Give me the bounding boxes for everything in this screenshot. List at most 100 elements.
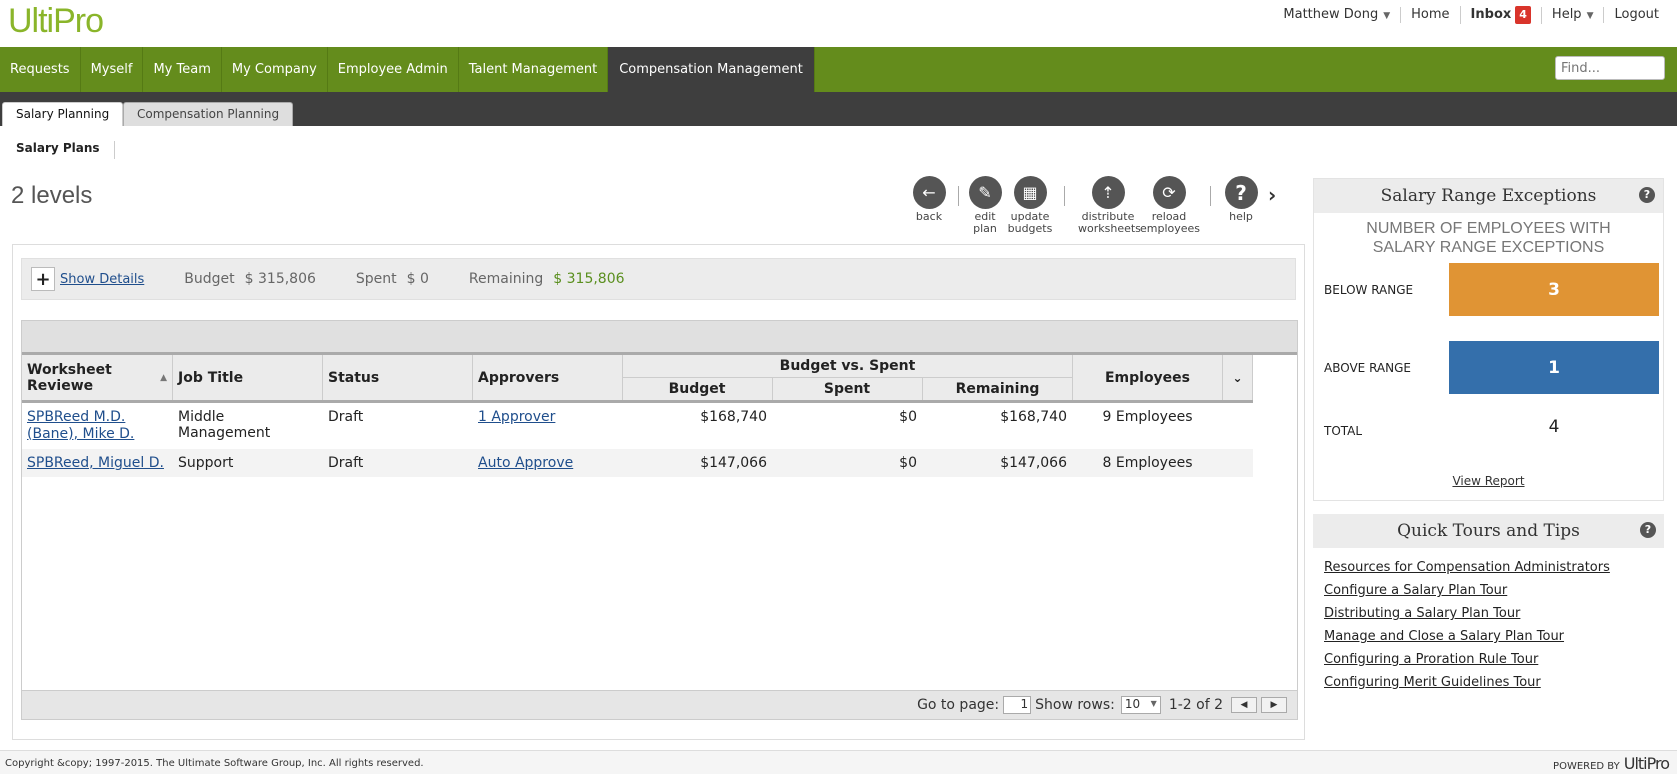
caret-down-icon: ▼ bbox=[1150, 699, 1157, 708]
powered-label: POWERED BY bbox=[1553, 761, 1620, 772]
tab-bar: Salary Planning Compensation Planning bbox=[0, 92, 1677, 126]
page-footer: Copyright &copy; 1997-2015. The Ultimate… bbox=[0, 750, 1677, 774]
plus-icon[interactable]: + bbox=[31, 267, 55, 291]
tip-link[interactable]: Configuring a Proration Rule Tour bbox=[1324, 652, 1664, 667]
caret-down-icon: ▼ bbox=[1586, 10, 1594, 21]
col-status[interactable]: Status bbox=[323, 355, 473, 400]
question-icon[interactable]: ? bbox=[1640, 522, 1656, 538]
rows-value: 10 bbox=[1124, 697, 1141, 711]
employees-cell: 8 Employees bbox=[1102, 455, 1193, 471]
user-menu[interactable]: Matthew Dong ▼ bbox=[1273, 7, 1400, 24]
sre-subtitle: NUMBER OF EMPLOYEES WITH SALARY RANGE EX… bbox=[1366, 220, 1611, 256]
summary-bar: + Show Details Budget $ 315,806 Spent $ … bbox=[21, 258, 1296, 300]
budget-label: Budget bbox=[184, 271, 235, 287]
question-icon[interactable]: ? bbox=[1639, 187, 1655, 203]
page-title: 2 levels bbox=[11, 182, 93, 209]
status-cell: Draft bbox=[323, 403, 473, 449]
back-button[interactable]: ← back bbox=[905, 176, 953, 223]
budget-cell: $168,740 bbox=[700, 409, 767, 425]
range-label: 1-2 of 2 bbox=[1168, 697, 1223, 713]
home-link[interactable]: Home bbox=[1400, 7, 1459, 23]
nav-employee-admin[interactable]: Employee Admin bbox=[328, 47, 459, 92]
nav-my-company[interactable]: My Company bbox=[222, 47, 328, 92]
prev-page-icon[interactable]: ◀ bbox=[1231, 697, 1257, 713]
tip-link[interactable]: Configuring Merit Guidelines Tour bbox=[1324, 675, 1664, 690]
bvs-label: Budget vs. Spent bbox=[623, 355, 1072, 378]
breadcrumb-salary-plans[interactable]: Salary Plans bbox=[16, 141, 115, 159]
show-rows-label: Show rows: bbox=[1035, 697, 1115, 713]
distribute-worksheets-button[interactable]: ⇡ distribute worksheets bbox=[1078, 176, 1141, 235]
tip-link[interactable]: Resources for Compensation Administrator… bbox=[1324, 560, 1664, 575]
toolbar: ← back ✎ edit plan ▦ update budgets ⇡ di… bbox=[905, 176, 1305, 236]
tip-link[interactable]: Configure a Salary Plan Tour bbox=[1324, 583, 1664, 598]
below-range-row: BELOW RANGE 3 bbox=[1314, 263, 1663, 341]
tab-salary-planning[interactable]: Salary Planning bbox=[2, 102, 124, 126]
nav-myself[interactable]: Myself bbox=[81, 47, 144, 92]
nav-talent-management[interactable]: Talent Management bbox=[459, 47, 609, 92]
sort-up-icon: ▲ bbox=[160, 372, 167, 383]
status-cell: Draft bbox=[328, 455, 364, 471]
powered-by: POWERED BY UltiPro bbox=[1553, 754, 1670, 773]
approvers-link[interactable]: Auto Approve bbox=[478, 455, 573, 471]
budget-value: $ 315,806 bbox=[244, 271, 316, 287]
nav-compensation-management[interactable]: Compensation Management bbox=[608, 47, 815, 92]
tip-link[interactable]: Manage and Close a Salary Plan Tour bbox=[1324, 629, 1664, 644]
col-approvers[interactable]: Approvers bbox=[473, 355, 623, 400]
col-spent[interactable]: Spent bbox=[773, 377, 923, 400]
show-details-link[interactable]: Show Details bbox=[60, 272, 144, 287]
view-report-link[interactable]: View Report bbox=[1452, 474, 1524, 488]
col-job-title[interactable]: Job Title bbox=[173, 355, 323, 400]
col-budget[interactable]: Budget bbox=[623, 377, 773, 400]
sre-title: Salary Range Exceptions? bbox=[1314, 179, 1663, 213]
rows-select[interactable]: 10 ▼ bbox=[1120, 696, 1161, 714]
caret-down-icon: ▼ bbox=[1383, 10, 1391, 21]
tab-compensation-planning[interactable]: Compensation Planning bbox=[123, 102, 294, 126]
edit-plan-button[interactable]: ✎ edit plan bbox=[965, 176, 1005, 235]
nav-requests[interactable]: Requests bbox=[0, 47, 81, 92]
above-range-box[interactable]: 1 bbox=[1449, 341, 1659, 394]
reviewer-link[interactable]: SPBReed M.D. (Bane), Mike D. bbox=[27, 409, 134, 442]
find-input[interactable] bbox=[1555, 56, 1665, 80]
spent-cell: $0 bbox=[899, 455, 917, 471]
spent-value: $ 0 bbox=[406, 271, 429, 287]
employees-label: employees bbox=[1140, 222, 1201, 235]
help-button[interactable]: ? help bbox=[1221, 176, 1261, 223]
below-range-box[interactable]: 3 bbox=[1449, 263, 1659, 316]
budgets-label: budgets bbox=[1007, 222, 1053, 235]
nav-my-team[interactable]: My Team bbox=[143, 47, 222, 92]
calculator-icon: ▦ bbox=[1013, 176, 1047, 209]
view-report-wrap: View Report bbox=[1314, 474, 1663, 488]
col-reviewer[interactable]: Worksheet Reviewe ▲ bbox=[22, 355, 173, 400]
distribute-icon: ⇡ bbox=[1091, 176, 1125, 209]
plan-label: plan bbox=[973, 222, 997, 235]
logout-link[interactable]: Logout bbox=[1603, 7, 1669, 23]
quick-tours-panel: Quick Tours and Tips? Resources for Comp… bbox=[1313, 514, 1664, 704]
reload-employees-button[interactable]: ⟳ reload employees bbox=[1140, 176, 1201, 235]
tip-link[interactable]: Distributing a Salary Plan Tour bbox=[1324, 606, 1664, 621]
help-label: help bbox=[1229, 210, 1253, 223]
help-label: Help bbox=[1551, 6, 1582, 22]
update-budgets-button[interactable]: ▦ update budgets bbox=[1005, 176, 1055, 235]
worksheet-grid: Worksheet Reviewe ▲ Job Title Status Appr… bbox=[21, 320, 1298, 720]
toolbar-divider bbox=[1210, 186, 1211, 206]
page-input[interactable]: 1 bbox=[1003, 696, 1032, 714]
col-reviewer-label: Worksheet Reviewe bbox=[27, 361, 112, 394]
chevron-right-icon[interactable]: › bbox=[1268, 183, 1276, 207]
reviewer-link[interactable]: SPBReed, Miguel D. bbox=[27, 455, 164, 471]
header: UltiPro Matthew Dong ▼ Home Inbox 4 Help ▼ … bbox=[0, 0, 1677, 47]
ultipro-logo[interactable]: UltiPro bbox=[8, 2, 104, 41]
pencil-icon: ✎ bbox=[968, 176, 1002, 209]
column-menu-icon[interactable]: ⌄ bbox=[1223, 355, 1253, 400]
total-value: 4 bbox=[1548, 417, 1560, 437]
next-page-icon[interactable]: ▶ bbox=[1261, 697, 1287, 713]
approvers-link[interactable]: 1 Approver bbox=[478, 409, 555, 425]
col-employees[interactable]: Employees bbox=[1073, 355, 1223, 400]
remaining-cell: $147,066 bbox=[1000, 455, 1067, 471]
pager: Go to page: 1 Show rows: 10 ▼ 1-2 of 2 ◀ … bbox=[22, 690, 1297, 719]
col-remaining[interactable]: Remaining bbox=[923, 378, 1073, 400]
back-label: back bbox=[915, 210, 943, 223]
help-menu[interactable]: Help ▼ bbox=[1540, 6, 1604, 24]
job-cell: Support bbox=[178, 455, 234, 471]
inbox-link[interactable]: Inbox 4 bbox=[1459, 6, 1541, 24]
total-row: TOTAL 4 bbox=[1314, 417, 1663, 474]
